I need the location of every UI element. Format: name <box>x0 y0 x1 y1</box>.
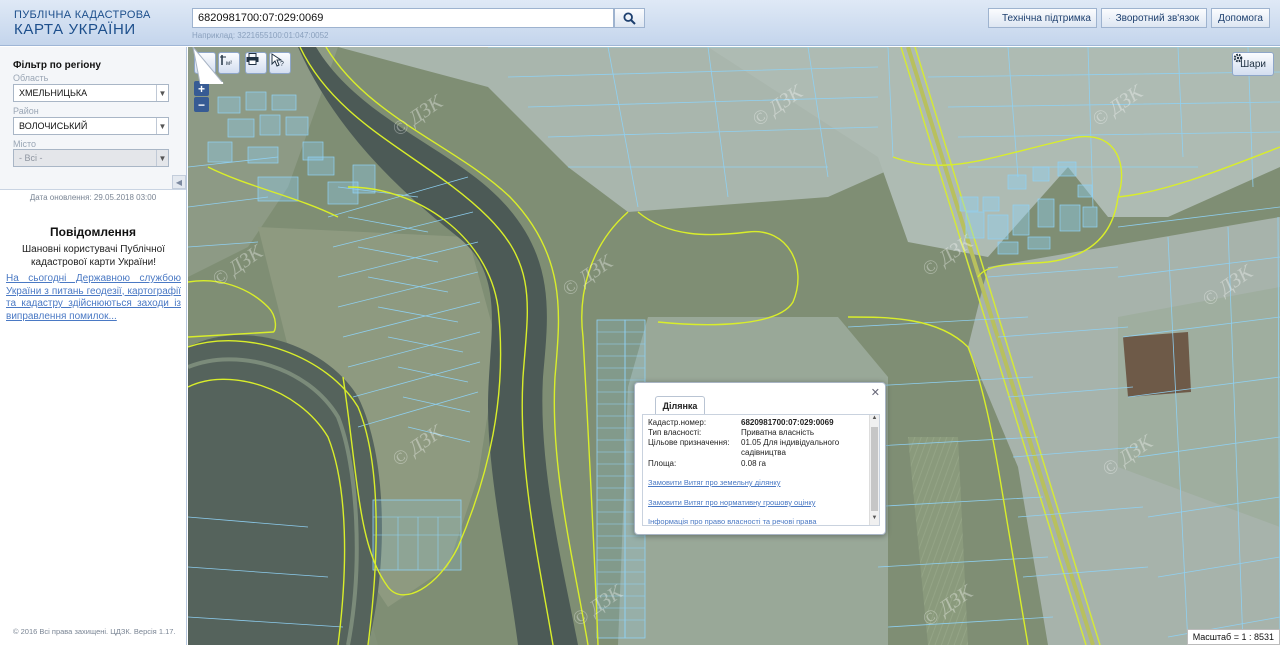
help-button[interactable]: Допомога <box>1211 8 1270 28</box>
news-link[interactable]: На сьогодні Державною службою України з … <box>6 273 181 323</box>
region-label: Область <box>13 73 49 83</box>
search-example: Наприклад: 3221655100:01:047:0052 <box>192 31 329 40</box>
district-select[interactable]: ВОЛОЧИСЬКИЙ ▼ <box>13 117 169 135</box>
svg-text:?: ? <box>280 61 284 67</box>
help-label: Допомога <box>1218 12 1263 24</box>
parcel-key: Кадастр.номер: <box>648 418 707 427</box>
layers-label: Шари <box>1240 58 1266 70</box>
chevron-down-icon: ▼ <box>156 118 168 134</box>
scroll-up-icon[interactable]: ▲ <box>870 415 879 425</box>
popup-content: Кадастр.номер: 6820981700:07:029:0069 Ти… <box>642 414 880 526</box>
filter-title: Фільтр по регіону <box>13 60 101 71</box>
parcel-key: Цільове призначення: <box>648 438 730 447</box>
city-select: - Всі - ▼ <box>13 149 169 167</box>
district-value: ВОЛОЧИСЬКИЙ <box>19 121 88 131</box>
chevron-down-icon: ▼ <box>156 85 168 101</box>
print-button[interactable] <box>245 52 267 74</box>
envelope-icon <box>1109 17 1110 19</box>
feedback-label: Зворотний зв'язок <box>1115 12 1199 24</box>
region-value: ХМЕЛЬНИЦЬКА <box>19 88 88 98</box>
scroll-thumb[interactable] <box>871 427 878 511</box>
scroll-down-icon[interactable]: ▼ <box>870 515 879 525</box>
tab-parcel[interactable]: Ділянка <box>655 396 705 414</box>
parcel-value: Приватна власність <box>741 428 815 437</box>
ownership-info-link[interactable]: Інформація про право власності та речові… <box>648 517 817 525</box>
parcel-key: Площа: <box>648 459 677 468</box>
map-view[interactable]: © ДЗК © ДЗК © ДЗК © ДЗК © ДЗК © ДЗК © ДЗ… <box>188 47 1280 645</box>
region-filter: Фільтр по регіону Область ХМЕЛЬНИЦЬКА ▼ … <box>0 47 186 190</box>
parcel-popup: ✕ Ділянка Кадастр.номер: 6820981700:07:0… <box>634 382 886 535</box>
logo-line2: КАРТА УКРАЇНИ <box>14 21 136 38</box>
zoom-out-button[interactable]: − <box>194 97 209 112</box>
parcel-key: Тип власності: <box>648 428 702 437</box>
district-label: Район <box>13 106 39 116</box>
tech-support-label: Технічна підтримка <box>1002 12 1091 24</box>
update-date: Дата оновлення: 29.05.2018 03:00 <box>29 193 157 202</box>
city-value: - Всі - <box>19 153 43 163</box>
popup-pointer <box>192 47 225 84</box>
popup-scrollbar[interactable]: ▲ ▼ <box>869 415 879 525</box>
satellite-map[interactable]: © ДЗК © ДЗК © ДЗК © ДЗК © ДЗК © ДЗК © ДЗ… <box>188 47 1280 645</box>
parcel-value: 01.05 Для індивідуального садівництва <box>741 438 840 457</box>
tech-support-button[interactable]: Технічна підтримка <box>988 8 1097 28</box>
header: ПУБЛІЧНА КАДАСТРОВА КАРТА УКРАЇНИ Наприк… <box>0 0 1280 46</box>
site-logo[interactable]: ПУБЛІЧНА КАДАСТРОВА КАРТА УКРАЇНИ <box>14 9 151 38</box>
identify-tool[interactable]: ? <box>269 52 291 74</box>
news-body: Шановні користувачі Публічної кадастрово… <box>22 244 165 268</box>
city-label: Місто <box>13 139 37 149</box>
news-title: Повідомлення <box>50 225 136 239</box>
layers-button[interactable]: Шари <box>1232 52 1274 76</box>
copyright: © 2016 Всі права захищені. ЦДЗК. Версія … <box>13 627 176 636</box>
chevron-down-icon: ▼ <box>156 150 168 166</box>
order-valuation-link[interactable]: Замовити Витяг про нормативну грошову оц… <box>648 498 815 507</box>
search-button[interactable] <box>614 8 645 28</box>
parcel-value: 0.08 га <box>741 459 766 468</box>
feedback-button[interactable]: Зворотний зв'язок <box>1101 8 1207 28</box>
collapse-sidebar-button[interactable]: ◀ <box>172 175 186 189</box>
logo-line1: ПУБЛІЧНА КАДАСТРОВА <box>14 9 151 21</box>
parcel-value: 6820981700:07:029:0069 <box>741 418 834 427</box>
search-icon <box>623 11 636 25</box>
order-extract-link[interactable]: Замовити Витяг про земельну ділянку <box>648 478 781 487</box>
map-scale: Масштаб = 1 : 8531 <box>1186 629 1280 645</box>
gear-icon <box>1233 53 1243 63</box>
cursor-question-icon: ? <box>271 53 284 67</box>
search-input[interactable] <box>192 8 614 28</box>
close-icon[interactable]: ✕ <box>871 386 880 399</box>
printer-icon <box>246 53 259 65</box>
sidebar: Фільтр по регіону Область ХМЕЛЬНИЦЬКА ▼ … <box>0 47 187 645</box>
region-select[interactable]: ХМЕЛЬНИЦЬКА ▼ <box>13 84 169 102</box>
